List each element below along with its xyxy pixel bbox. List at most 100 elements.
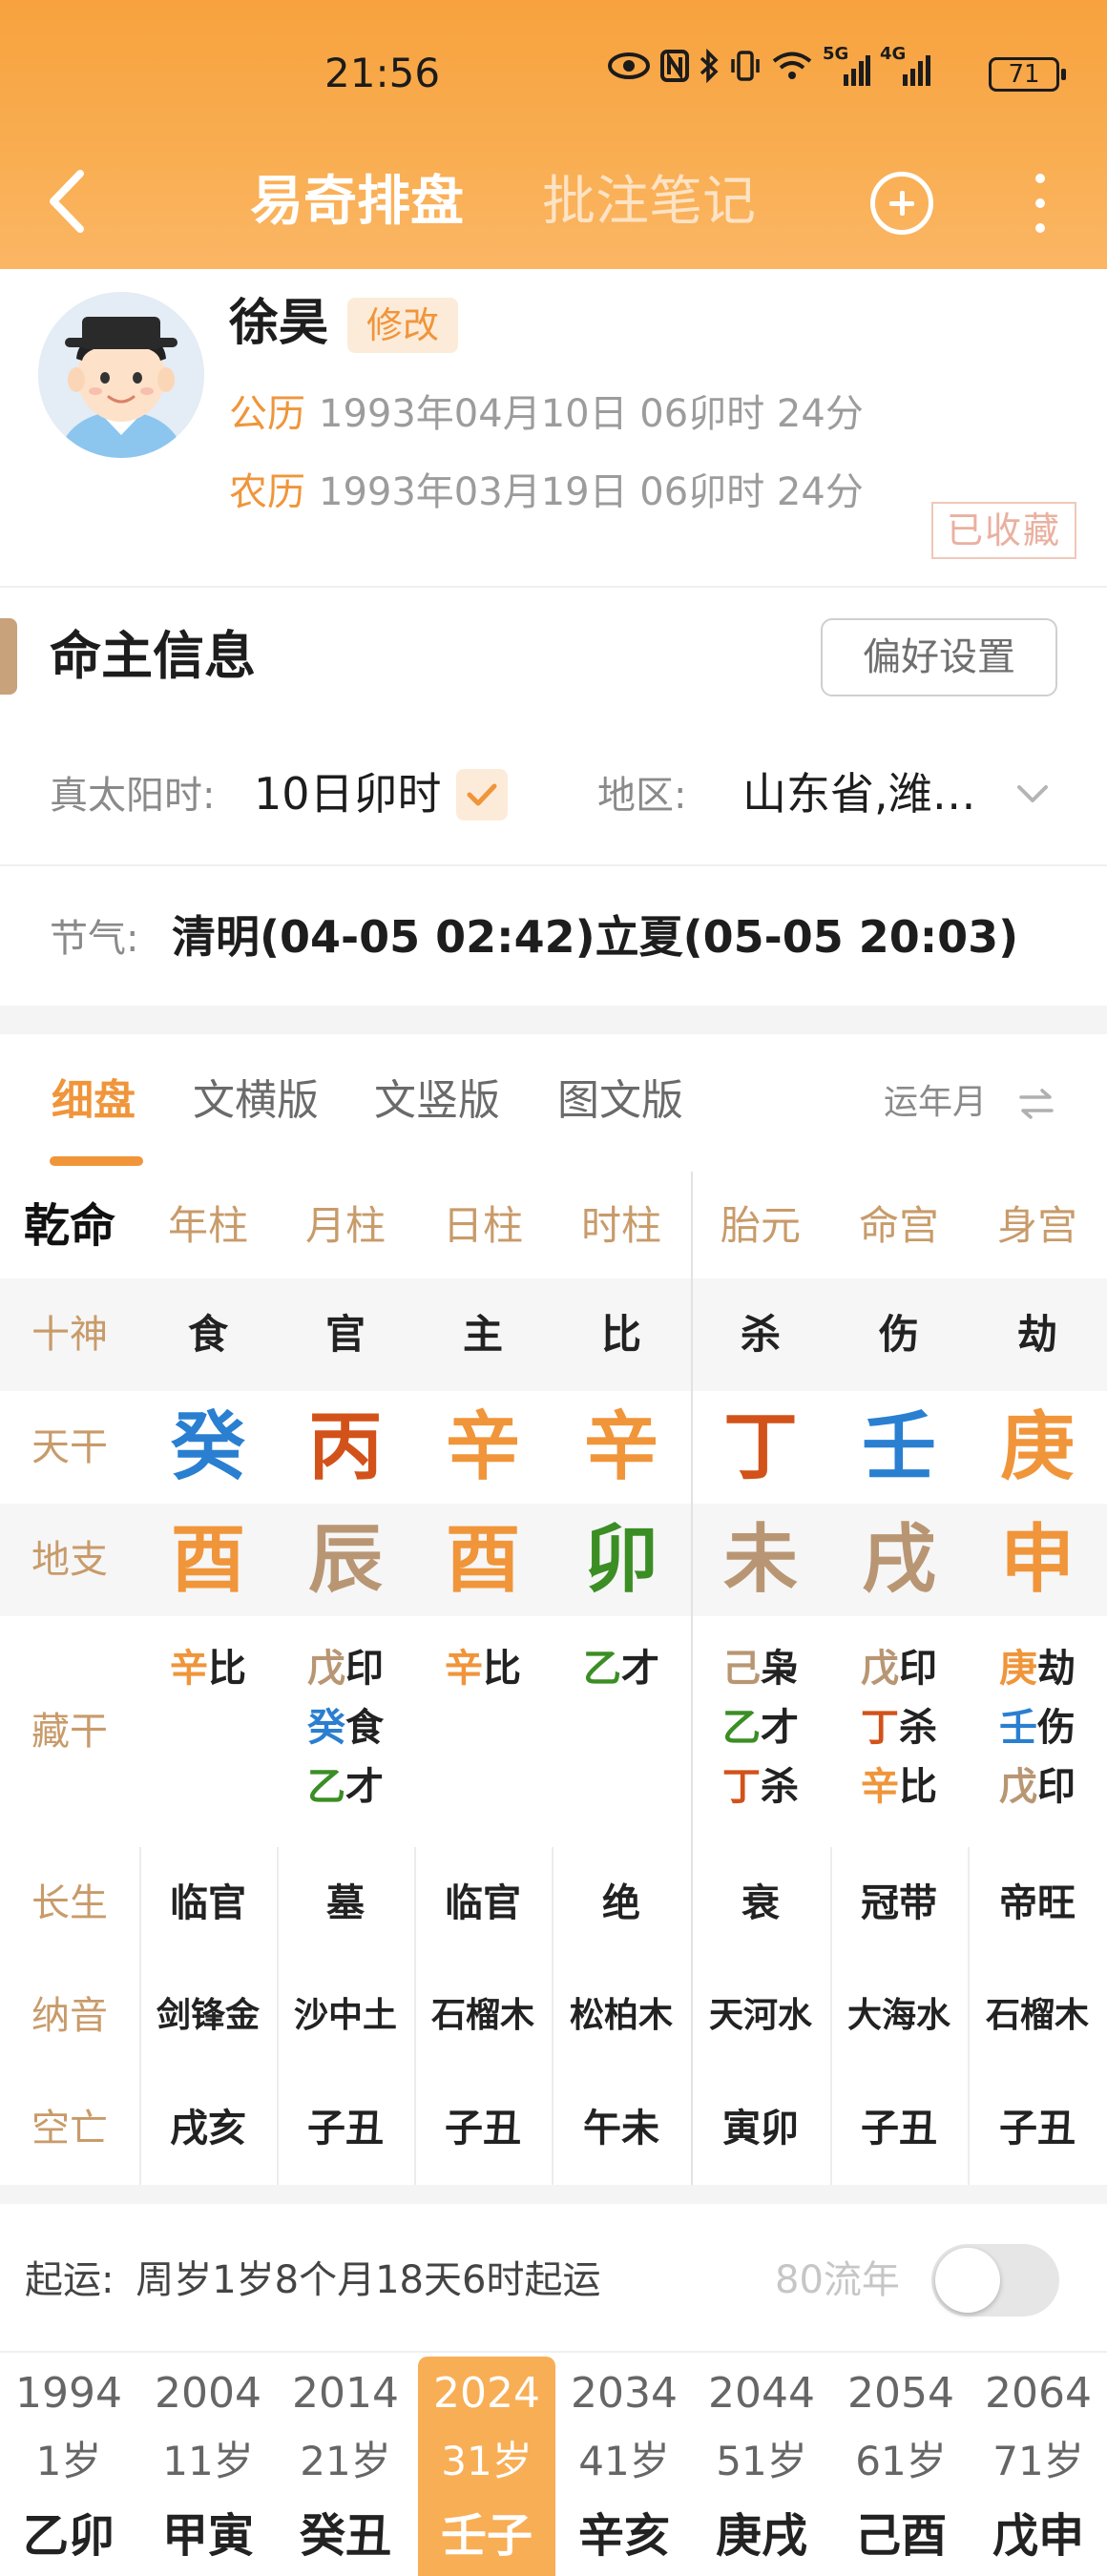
- changsheng-cell: 临官: [445, 1881, 521, 1925]
- canggan-stem: 乙: [307, 1765, 345, 1809]
- shishen-cell: 伤: [878, 1311, 919, 1358]
- add-button[interactable]: [870, 172, 933, 235]
- canggan-god: 才: [345, 1765, 384, 1809]
- shishen-cell: 主: [462, 1311, 503, 1358]
- section-gap: [0, 2185, 1107, 2204]
- canggan-cell: 乙才: [552, 1639, 691, 1830]
- tiangan-cell[interactable]: 辛: [414, 1391, 552, 1504]
- dayun-ganzhi: 癸丑: [299, 2509, 391, 2563]
- dayun-year: 2024: [433, 2369, 540, 2418]
- status-icons: 5G 4G: [607, 44, 931, 91]
- canggan-god: 印: [899, 1647, 937, 1691]
- shishen-cell: 比: [600, 1311, 641, 1358]
- dayun-column[interactable]: 1994 1岁 乙卯: [0, 2357, 137, 2576]
- row-label-shishen: 十神: [31, 1313, 108, 1357]
- tab-xipan[interactable]: 细盘: [52, 1072, 136, 1130]
- preference-settings-button[interactable]: 偏好设置: [821, 618, 1057, 696]
- canggan-cell: 戊印 癸食 乙才: [277, 1639, 414, 1830]
- tiangan-cell[interactable]: 壬: [830, 1391, 968, 1504]
- more-menu-button[interactable]: [1031, 172, 1050, 235]
- dayun-year: 2044: [708, 2369, 815, 2418]
- canggan-god: 伤: [1037, 1706, 1076, 1750]
- dizhi-cell[interactable]: 戌: [830, 1504, 968, 1616]
- person-name: 徐昊: [229, 295, 329, 352]
- canggan-cell: 戊印 丁杀 辛比: [830, 1639, 968, 1830]
- tab-tu-wen[interactable]: 图文版: [557, 1072, 683, 1130]
- dizhi-cell[interactable]: 未: [691, 1504, 830, 1616]
- tiangan-cell[interactable]: 丙: [277, 1391, 414, 1504]
- column-header: 日柱: [442, 1202, 523, 1249]
- dizhi-cell[interactable]: 申: [968, 1504, 1107, 1616]
- kongwang-cell: 子丑: [861, 2107, 937, 2150]
- dizhi-cell[interactable]: 酉: [139, 1504, 277, 1616]
- dayun-ganzhi: 戊申: [992, 2509, 1084, 2563]
- shishen-cell: 杀: [740, 1311, 781, 1358]
- tiangan-cell[interactable]: 辛: [552, 1391, 691, 1504]
- dayun-column[interactable]: 2024 31岁 壬子: [418, 2357, 555, 2576]
- tab-notes[interactable]: 批注笔记: [542, 164, 756, 240]
- tab-wen-heng[interactable]: 文横版: [193, 1072, 319, 1130]
- solar-date-line: 公历 1993年04月10日 06卯时 24分: [229, 385, 864, 443]
- dayun-column[interactable]: 2034 41岁 辛亥: [555, 2357, 693, 2576]
- swap-icon[interactable]: [1017, 1088, 1055, 1126]
- qiyun-label: 起运:: [25, 2258, 115, 2302]
- dizhi-cell[interactable]: 辰: [277, 1504, 414, 1616]
- column-header: 年柱: [167, 1202, 248, 1249]
- section-title: 命主信息: [50, 626, 256, 686]
- row-label-canggan: 藏干: [31, 1710, 108, 1754]
- true-solar-value[interactable]: 10日卯时: [254, 765, 442, 822]
- tab-paipan[interactable]: 易奇排盘: [250, 164, 464, 240]
- canggan-stem: 戊: [999, 1765, 1037, 1809]
- jieqi-value: 清明(04-05 02:42)立夏(05-05 20:03): [172, 911, 1019, 963]
- dayun-column[interactable]: 2054 61岁 己酉: [832, 2357, 970, 2576]
- dayun-age: 71岁: [992, 2438, 1084, 2484]
- back-button[interactable]: [42, 168, 94, 235]
- divider: [0, 864, 1107, 866]
- liunian-toggle[interactable]: [931, 2244, 1059, 2316]
- tab-wen-shu[interactable]: 文竖版: [374, 1072, 500, 1130]
- tiangan-cell[interactable]: 丁: [691, 1391, 830, 1504]
- dizhi-cell[interactable]: 卯: [552, 1504, 691, 1616]
- section-gap: [0, 1006, 1107, 1034]
- row-label-kongwang: 空亡: [31, 2107, 108, 2150]
- tiangan-cell[interactable]: 庚: [968, 1391, 1107, 1504]
- column-header: 胎元: [720, 1202, 801, 1249]
- tiangan-cell[interactable]: 癸: [139, 1391, 277, 1504]
- true-solar-label: 真太阳时:: [50, 774, 216, 818]
- canggan-item: 乙才: [691, 1698, 830, 1757]
- profile-card: 徐昊 修改 公历 1993年04月10日 06卯时 24分 农历 1993年03月1…: [0, 269, 1107, 586]
- edit-button[interactable]: 修改: [347, 298, 458, 353]
- dayun-year: 1994: [15, 2369, 122, 2418]
- qiyun-line: 起运: 周岁1岁8个月18天6时起运: [25, 2252, 600, 2309]
- eye-icon: [607, 52, 651, 91]
- avatar[interactable]: [38, 292, 204, 458]
- dayun-column[interactable]: 2044 51岁 庚戌: [693, 2357, 830, 2576]
- canggan-item: 乙才: [277, 1757, 414, 1817]
- region-select[interactable]: 山东省,潍…: [742, 765, 976, 822]
- canggan-item: 戊印: [968, 1757, 1107, 1817]
- shishen-cell: 劫: [1016, 1311, 1057, 1358]
- dayun-age: 11岁: [162, 2438, 254, 2484]
- signal-5g-icon: 5G: [823, 44, 870, 90]
- dayun-age: 51岁: [716, 2438, 807, 2484]
- nayin-cell: 剑锋金: [156, 1996, 260, 2035]
- column-header: 时柱: [580, 1202, 661, 1249]
- row-label-nayin: 纳音: [31, 1994, 108, 2038]
- dayun-column[interactable]: 2004 11岁 甲寅: [139, 2357, 277, 2576]
- dayun-age: 1岁: [35, 2438, 102, 2484]
- yun-nian-yue-toggle[interactable]: 运年月: [884, 1078, 987, 1128]
- gender-label: 乾命: [23, 1199, 115, 1253]
- chevron-down-icon[interactable]: [1013, 775, 1052, 813]
- canggan-stem: 癸: [307, 1706, 345, 1750]
- dayun-column[interactable]: 2014 21岁 癸丑: [277, 2357, 414, 2576]
- dizhi-cell[interactable]: 酉: [414, 1504, 552, 1616]
- solar-label: 公历: [229, 392, 305, 436]
- dayun-column[interactable]: 2064 71岁 戊申: [970, 2357, 1107, 2576]
- dayun-year: 2004: [155, 2369, 261, 2418]
- row-label-dizhi: 地支: [31, 1538, 108, 1582]
- dayun-age: 41岁: [578, 2438, 670, 2484]
- changsheng-cell: 帝旺: [999, 1881, 1076, 1925]
- true-solar-checkbox[interactable]: [456, 769, 508, 821]
- saved-stamp[interactable]: 已收藏: [931, 502, 1076, 559]
- scholar-avatar-icon: [38, 292, 204, 458]
